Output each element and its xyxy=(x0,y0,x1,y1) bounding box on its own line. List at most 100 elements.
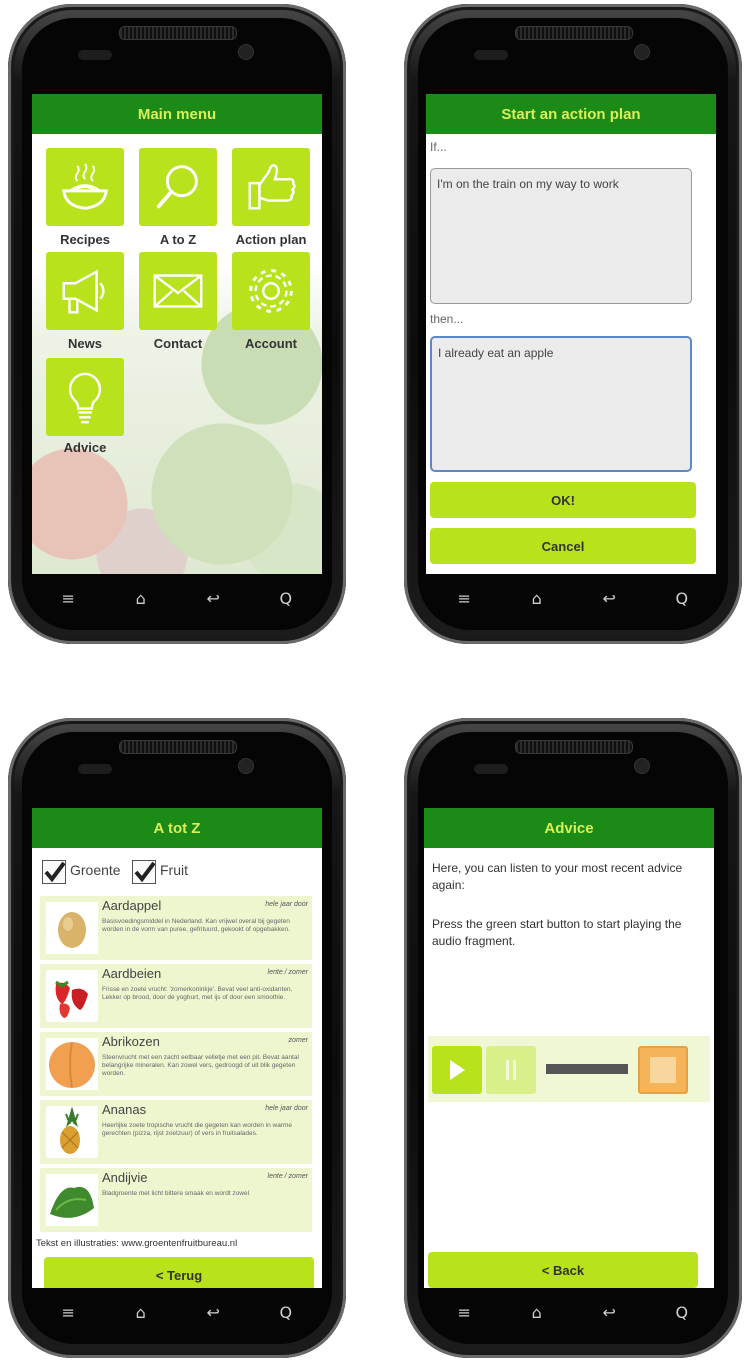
tile-label-a-to-z: A to Z xyxy=(159,232,197,247)
home-icon[interactable]: ⌂ xyxy=(126,1303,156,1322)
speaker-grille xyxy=(119,26,237,40)
item-season: hele jaar door xyxy=(265,1105,308,1112)
advice-intro-text: Here, you can listen to your most recent… xyxy=(432,861,683,892)
credit-text: Tekst en illustraties: www.groentenfruit… xyxy=(36,1238,238,1249)
front-camera xyxy=(634,758,650,774)
home-icon[interactable]: ⌂ xyxy=(522,589,552,608)
back-icon[interactable]: ↩ xyxy=(198,1303,228,1322)
sensor xyxy=(474,764,508,774)
play-button[interactable] xyxy=(432,1046,482,1094)
action-plan-screen: Start an action plan If... I'm on the tr… xyxy=(426,94,716,574)
page-title: Start an action plan xyxy=(426,94,716,134)
ok-button[interactable]: OK! xyxy=(430,482,696,518)
fruit-checkbox[interactable] xyxy=(132,860,156,884)
fruit-label: Fruit xyxy=(160,862,188,878)
android-navbar: ≡ ⌂ ↩ Q xyxy=(428,578,718,618)
item-name: Ananas xyxy=(102,1102,147,1117)
list-item[interactable]: Andijvie lente / zomer Bladgroente met l… xyxy=(40,1168,312,1232)
recipes-tile[interactable] xyxy=(46,148,124,226)
produce-list[interactable]: Aardappel hele jaar door Basisvoedingsmi… xyxy=(40,896,312,1232)
a-to-z-screen: A tot Z Groente Fruit Aardappel hele jaa… xyxy=(32,808,322,1288)
list-item[interactable]: Aardappel hele jaar door Basisvoedingsmi… xyxy=(40,896,312,960)
checkmark-icon xyxy=(134,861,156,883)
account-tile[interactable] xyxy=(232,252,310,330)
search-icon[interactable]: Q xyxy=(271,1303,301,1322)
back-button[interactable]: < Back xyxy=(428,1252,698,1288)
noodle-bowl-icon xyxy=(62,163,108,210)
list-item[interactable]: Ananas hele jaar door Heerlijke zoete tr… xyxy=(40,1100,312,1164)
front-camera xyxy=(634,44,650,60)
audio-progress-bar[interactable] xyxy=(546,1064,628,1074)
pause-button[interactable] xyxy=(486,1046,536,1094)
play-icon xyxy=(450,1060,465,1080)
apricot-image xyxy=(46,1038,98,1090)
main-menu-screen: Main menu Recipes A to Z Action plan New… xyxy=(32,94,322,574)
search-icon[interactable]: Q xyxy=(271,589,301,608)
list-item[interactable]: Aardbeien lente / zomer Frisse en zoete … xyxy=(40,964,312,1028)
phone-main-menu: Main menu Recipes A to Z Action plan New… xyxy=(8,4,346,644)
phone-advice: Advice Here, you can listen to your most… xyxy=(404,718,742,1358)
item-name: Abrikozen xyxy=(102,1034,160,1049)
tile-label-contact: Contact xyxy=(153,336,203,351)
menu-icon[interactable]: ≡ xyxy=(53,1303,83,1322)
menu-icon[interactable]: ≡ xyxy=(449,1303,479,1322)
back-icon[interactable]: ↩ xyxy=(198,589,228,608)
android-navbar: ≡ ⌂ ↩ Q xyxy=(32,578,322,618)
lightbulb-icon xyxy=(68,372,102,424)
list-item[interactable]: Abrikozen zomer Steenvrucht met een zach… xyxy=(40,1032,312,1096)
front-camera xyxy=(238,44,254,60)
advice-screen: Advice Here, you can listen to your most… xyxy=(424,808,714,1288)
item-season: hele jaar door xyxy=(265,901,308,908)
item-description: Bladgroente met licht bittere smaak en w… xyxy=(102,1190,250,1197)
a-to-z-tile[interactable] xyxy=(139,148,217,226)
stop-button[interactable] xyxy=(638,1046,688,1094)
envelope-icon xyxy=(153,274,203,308)
menu-icon[interactable]: ≡ xyxy=(53,589,83,608)
stop-icon xyxy=(650,1057,676,1083)
action-plan-tile[interactable] xyxy=(232,148,310,226)
sensor xyxy=(78,764,112,774)
home-icon[interactable]: ⌂ xyxy=(522,1303,552,1322)
endive-image xyxy=(46,1174,98,1226)
gear-icon xyxy=(249,269,293,313)
groente-checkbox[interactable] xyxy=(42,860,66,884)
pause-icon xyxy=(506,1060,516,1080)
megaphone-icon xyxy=(62,269,105,314)
if-textarea[interactable]: I'm on the train on my way to work xyxy=(430,168,692,304)
magnifier-icon xyxy=(156,165,198,209)
phone-action-plan: Start an action plan If... I'm on the tr… xyxy=(404,4,742,644)
contact-tile[interactable] xyxy=(139,252,217,330)
back-button[interactable]: < Terug xyxy=(44,1257,314,1288)
if-label: If... xyxy=(430,140,447,154)
back-icon[interactable]: ↩ xyxy=(594,589,624,608)
item-season: zomer xyxy=(288,1037,308,1044)
menu-icon[interactable]: ≡ xyxy=(449,589,479,608)
android-navbar: ≡ ⌂ ↩ Q xyxy=(32,1292,322,1332)
android-navbar: ≡ ⌂ ↩ Q xyxy=(428,1292,718,1332)
back-icon[interactable]: ↩ xyxy=(594,1303,624,1322)
advice-tile[interactable] xyxy=(46,358,124,436)
search-icon[interactable]: Q xyxy=(667,1303,697,1322)
item-name: Andijvie xyxy=(102,1170,148,1185)
pineapple-image xyxy=(46,1106,98,1158)
item-description: Heerlijke zoete tropische vrucht die geg… xyxy=(102,1122,293,1137)
audio-player xyxy=(428,1036,710,1102)
speaker-grille xyxy=(515,740,633,754)
page-title: Main menu xyxy=(32,94,322,134)
page-title: A tot Z xyxy=(32,808,322,848)
advice-instruction-text: Press the green start button to start pl… xyxy=(432,917,682,948)
search-icon[interactable]: Q xyxy=(667,589,697,608)
item-season: lente / zomer xyxy=(267,1173,308,1180)
news-tile[interactable] xyxy=(46,252,124,330)
checkmark-icon xyxy=(44,861,66,883)
item-description: Frisse en zoete vrucht: 'zomerkoninkje'.… xyxy=(102,986,293,1001)
cancel-button[interactable]: Cancel xyxy=(430,528,696,564)
then-label: then... xyxy=(430,312,464,326)
sensor xyxy=(474,50,508,60)
potato-image xyxy=(46,902,98,954)
then-textarea[interactable]: I already eat an apple xyxy=(430,336,692,472)
home-icon[interactable]: ⌂ xyxy=(126,589,156,608)
item-description: Steenvrucht met een zacht eetbaar vellet… xyxy=(102,1054,299,1077)
item-season: lente / zomer xyxy=(267,969,308,976)
tile-label-account: Account xyxy=(245,336,297,351)
